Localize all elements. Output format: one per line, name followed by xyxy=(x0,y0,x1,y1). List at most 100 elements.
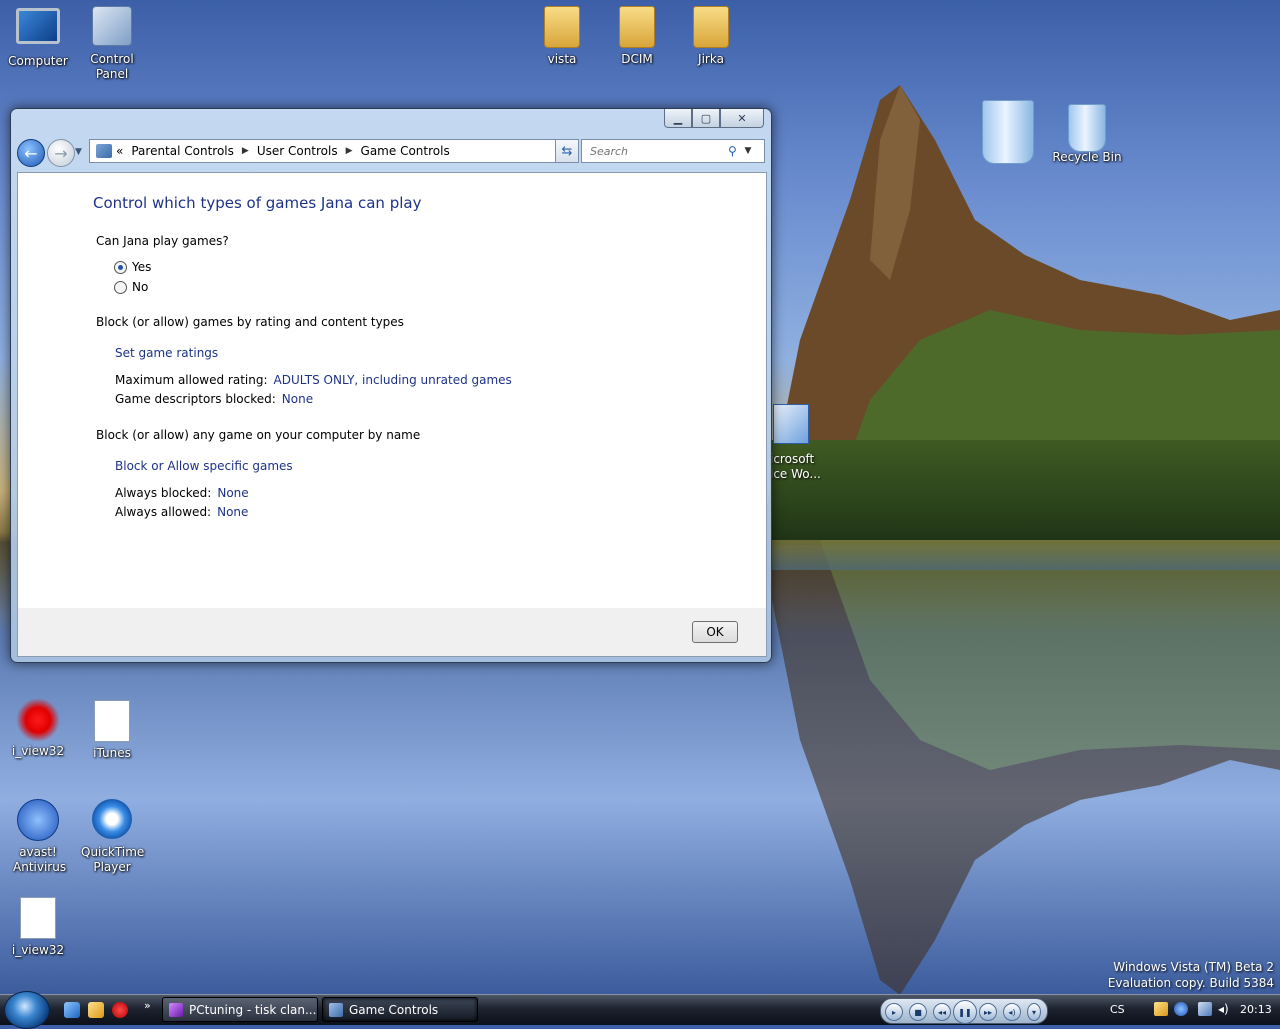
desktop-icon-recycle-bin[interactable]: Recycle Bin xyxy=(1049,104,1125,165)
radio-yes[interactable]: Yes xyxy=(114,260,151,274)
desktop-icon-label: DCIM xyxy=(621,52,653,66)
taskbar-button-label: Game Controls xyxy=(349,1002,439,1017)
minimize-button[interactable]: ▁ xyxy=(664,109,692,128)
ok-button[interactable]: OK xyxy=(692,621,738,643)
speaker-icon[interactable]: ◂) xyxy=(1218,1002,1232,1016)
volume-icon[interactable]: ◂) xyxy=(1003,1003,1021,1021)
stop-icon[interactable]: ■ xyxy=(909,1003,927,1021)
taskbar-button-label: PCtuning - tisk clan... xyxy=(189,1002,317,1017)
caption-buttons: ▁ ▢ ✕ xyxy=(664,109,764,129)
opera-quicklaunch-icon[interactable] xyxy=(112,1002,128,1018)
desktop-icon-quicktime[interactable]: QuickTime Player xyxy=(74,797,150,875)
pause-icon[interactable]: ❚❚ xyxy=(953,1000,977,1024)
quicklaunch-overflow[interactable]: » xyxy=(144,999,151,1012)
content-pane: Control which types of games Jana can pl… xyxy=(17,172,767,610)
radio-button-selected[interactable] xyxy=(114,260,127,274)
previous-icon[interactable]: ◂◂ xyxy=(933,1003,951,1021)
word-document-icon[interactable] xyxy=(773,404,809,444)
quicktime-icon xyxy=(92,799,132,839)
media-restore-icon[interactable]: ▸ xyxy=(885,1003,903,1021)
desktop-icon-label: iTunes xyxy=(93,746,131,760)
show-desktop-icon[interactable] xyxy=(88,1002,104,1018)
close-icon: ✕ xyxy=(737,111,747,125)
desktop-icon-itunes[interactable]: iTunes xyxy=(74,698,150,761)
desktop-icon-avast[interactable]: avast! Antivirus xyxy=(0,797,76,875)
always-blocked-value: None xyxy=(217,486,249,500)
set-game-ratings-link[interactable]: Set game ratings xyxy=(115,346,218,360)
breadcrumb-overflow[interactable]: « xyxy=(116,144,123,158)
radio-no-label: No xyxy=(132,280,149,294)
wallpaper-forest xyxy=(770,440,1280,545)
taskbar: » PCtuning - tisk clan... Game Controls … xyxy=(0,991,1280,1029)
control-panel-small-icon xyxy=(96,144,112,158)
next-icon[interactable]: ▸▸ xyxy=(979,1003,997,1021)
max-rating-row: Maximum allowed rating: ADULTS ONLY, incl… xyxy=(115,373,512,387)
clock[interactable]: 20:13 xyxy=(1240,1003,1272,1016)
refresh-button[interactable]: ⇆ xyxy=(555,139,579,163)
network-icon[interactable] xyxy=(1198,1002,1212,1016)
irfanview-icon xyxy=(16,698,60,742)
breadcrumb-game-controls[interactable]: Game Controls xyxy=(361,144,450,158)
desktop-icon-i-view32-2[interactable]: i_view32 xyxy=(0,895,76,958)
radio-yes-label: Yes xyxy=(132,260,152,274)
search-icon[interactable]: ⚲ xyxy=(728,144,742,158)
desktop-icon-jirka[interactable]: Jirka xyxy=(673,4,749,67)
play-games-question: Can Jana play games? xyxy=(96,234,229,248)
page-title: Control which types of games Jana can pl… xyxy=(93,194,422,212)
desktop-icon-label: Computer xyxy=(8,54,68,68)
max-rating-label: Maximum allowed rating: xyxy=(115,373,268,387)
forward-button[interactable]: → xyxy=(47,139,75,167)
document-icon xyxy=(20,897,56,939)
start-button[interactable] xyxy=(4,991,50,1029)
build-watermark: Windows Vista (TM) Beta 2 Evaluation cop… xyxy=(1108,959,1274,991)
breadcrumb-chevron-icon[interactable]: ▶ xyxy=(346,146,353,156)
refresh-icon: ⇆ xyxy=(561,143,573,159)
max-rating-value: ADULTS ONLY, including unrated games xyxy=(273,373,512,387)
desktop-icon-label-partial: icrosoft ice Wo... xyxy=(770,452,821,481)
desktop-icon-label: Jirka xyxy=(698,52,724,66)
desktop-icon-label: i_view32 xyxy=(11,943,65,957)
tray-icon[interactable] xyxy=(1154,1002,1168,1016)
always-allowed-row: Always allowed: None xyxy=(115,505,248,519)
always-allowed-label: Always allowed: xyxy=(115,505,212,519)
language-indicator[interactable]: CS xyxy=(1110,1003,1125,1016)
desktop-icon-computer[interactable]: Computer xyxy=(0,4,76,69)
game-controls-window: ▁ ▢ ✕ ← → ▼ « Parental Controls ▶ User C… xyxy=(10,108,772,663)
back-button[interactable]: ← xyxy=(17,139,45,167)
block-allow-games-link[interactable]: Block or Allow specific games xyxy=(115,459,293,473)
search-dropdown-icon[interactable]: ▼ xyxy=(742,146,754,156)
desktop-icon-dcim[interactable]: DCIM xyxy=(599,4,675,67)
media-player-toolbar: ▸ ■ ◂◂ ❚❚ ▸▸ ◂) ▾ xyxy=(880,998,1048,1024)
avast-tray-icon[interactable] xyxy=(1174,1002,1188,1016)
always-blocked-label: Always blocked: xyxy=(115,486,212,500)
folder-icon xyxy=(544,6,580,48)
desktop-icon-control-panel[interactable]: Control Panel xyxy=(74,4,150,82)
desktop-icon-label: QuickTime Player xyxy=(81,845,145,874)
browser-icon xyxy=(169,1002,183,1017)
radio-no[interactable]: No xyxy=(114,280,148,294)
wallpaper-lake xyxy=(770,540,1280,570)
address-bar[interactable]: « Parental Controls ▶ User Controls ▶ Ga… xyxy=(89,139,577,163)
close-button[interactable]: ✕ xyxy=(720,109,764,128)
maximize-button[interactable]: ▢ xyxy=(692,109,720,128)
ie-quicklaunch-icon[interactable] xyxy=(64,1002,80,1018)
dialog-footer: OK xyxy=(17,608,767,657)
media-menu-icon[interactable]: ▾ xyxy=(1027,1003,1041,1021)
taskbar-button-game-controls[interactable]: Game Controls xyxy=(322,997,478,1022)
breadcrumb-chevron-icon[interactable]: ▶ xyxy=(242,146,249,156)
radio-button[interactable] xyxy=(114,280,127,294)
desktop-icon-recycle-bin-large[interactable] xyxy=(970,100,1046,170)
desktop-icon-label: i_view32 xyxy=(11,744,65,758)
taskbar-button-pctuning[interactable]: PCtuning - tisk clan... xyxy=(162,997,318,1022)
desktop-icon-vista[interactable]: vista xyxy=(524,4,600,67)
back-arrow-icon: ← xyxy=(24,143,38,163)
always-allowed-value: None xyxy=(217,505,249,519)
descriptors-label: Game descriptors blocked: xyxy=(115,392,276,406)
breadcrumb-parental-controls[interactable]: Parental Controls xyxy=(131,144,234,158)
search-box[interactable]: ⚲ ▼ xyxy=(581,139,765,163)
desktop-icon-i-view32[interactable]: i_view32 xyxy=(0,698,76,759)
watermark-line-1: Windows Vista (TM) Beta 2 xyxy=(1113,960,1274,974)
search-input[interactable] xyxy=(588,143,728,159)
breadcrumb-user-controls[interactable]: User Controls xyxy=(257,144,338,158)
recent-pages-dropdown[interactable]: ▼ xyxy=(75,147,85,157)
